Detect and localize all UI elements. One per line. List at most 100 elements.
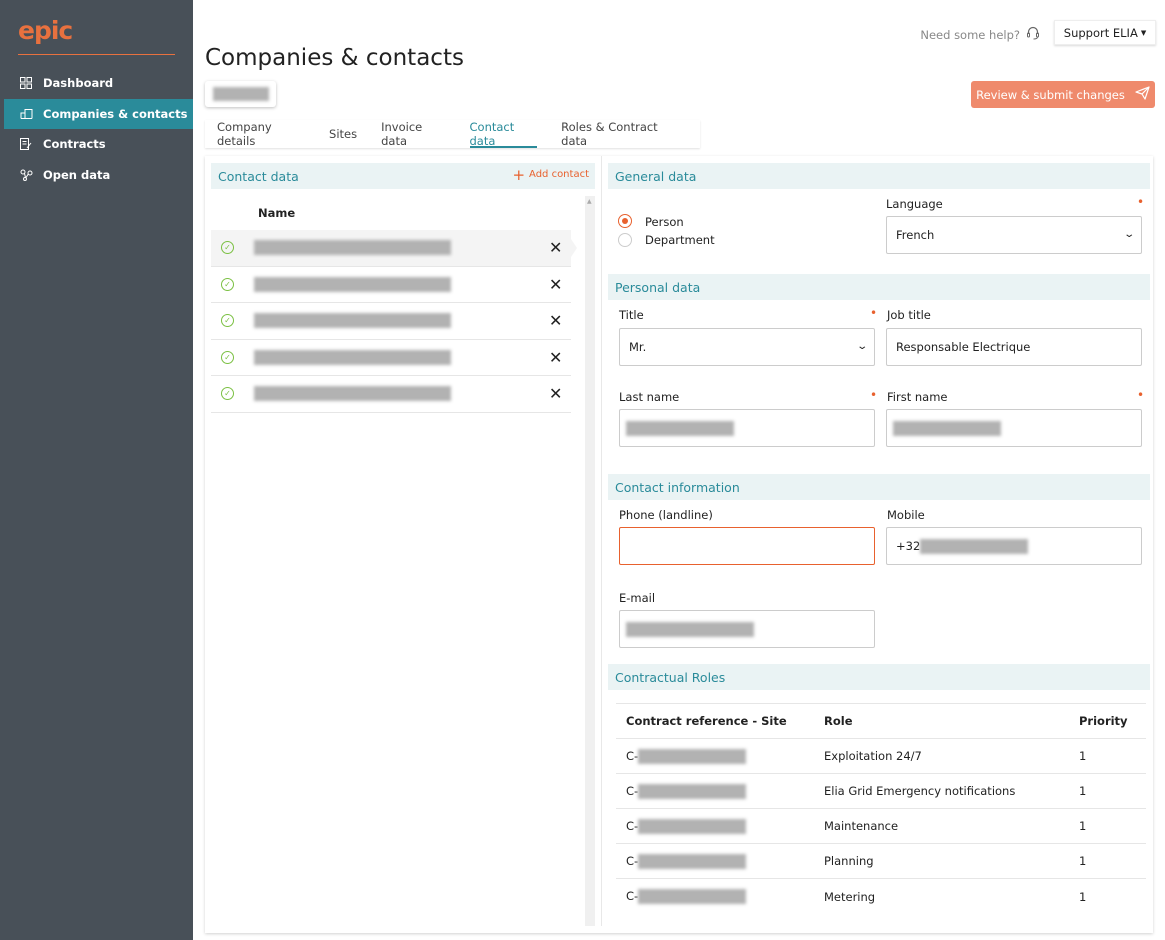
contract-ref-redacted xyxy=(638,818,747,834)
last-name-redacted xyxy=(626,420,734,436)
job-title-label: Job title xyxy=(887,308,931,322)
pane-divider xyxy=(601,156,602,926)
mobile-label: Mobile xyxy=(887,508,925,522)
contact-name-redacted xyxy=(254,349,451,365)
contact-name-redacted xyxy=(254,386,451,402)
last-name-input[interactable] xyxy=(619,409,875,447)
tab-invoice-data[interactable]: Invoice data xyxy=(381,120,445,148)
delete-contact-icon[interactable]: ✕ xyxy=(549,348,562,367)
column-header: Role xyxy=(824,714,853,728)
scroll-up-icon[interactable]: ▲ xyxy=(587,198,592,205)
sidebar-item-contracts[interactable]: Contracts xyxy=(4,129,193,160)
sidebar-item-dashboard[interactable]: Dashboard xyxy=(4,68,193,99)
section-title: Contact data xyxy=(218,168,299,184)
add-contact-label: Add contact xyxy=(529,169,589,180)
list-item[interactable]: ✓ ✕ xyxy=(211,376,571,413)
tab-company-details[interactable]: Company details xyxy=(217,120,305,148)
required-marker: • xyxy=(1137,195,1145,209)
sidebar-item-label: Dashboard xyxy=(43,76,114,91)
open-data-icon xyxy=(18,168,34,182)
priority-cell: 1 xyxy=(1079,819,1087,833)
sidebar-item-open-data[interactable]: Open data xyxy=(4,160,193,191)
delete-contact-icon[interactable]: ✕ xyxy=(549,384,562,403)
add-contact-button[interactable]: + Add contact xyxy=(512,165,589,184)
email-redacted xyxy=(626,621,754,637)
contract-ref-redacted xyxy=(638,853,747,869)
check-circle-icon: ✓ xyxy=(221,241,234,255)
table-row: C- Planning 1 xyxy=(616,844,1146,879)
phone-input[interactable] xyxy=(619,527,875,565)
check-circle-icon: ✓ xyxy=(221,350,234,364)
mobile-prefix: +32 xyxy=(896,539,921,553)
title-value: Mr. xyxy=(629,340,647,354)
list-item[interactable]: ✓ ✕ xyxy=(211,267,571,303)
first-name-input[interactable] xyxy=(886,409,1142,447)
sidebar-nav: Dashboard Companies & contacts Contracts… xyxy=(4,68,193,190)
contact-detail-pane: General data Person Department Language … xyxy=(608,156,1150,933)
delete-contact-icon[interactable]: ✕ xyxy=(549,311,562,330)
email-input[interactable] xyxy=(619,610,875,648)
table-row: C- Metering 1 xyxy=(616,879,1146,914)
mobile-input[interactable]: +32 xyxy=(886,527,1142,565)
contract-ref-redacted xyxy=(638,783,747,799)
contracts-icon xyxy=(18,137,34,151)
priority-cell: 1 xyxy=(1079,889,1087,904)
review-submit-button[interactable]: Review & submit changes xyxy=(971,81,1155,108)
support-dropdown[interactable]: Support ELIA ▼ xyxy=(1054,20,1156,45)
phone-label: Phone (landline) xyxy=(619,508,713,522)
contact-list-scrollbar[interactable]: ▲ xyxy=(585,196,595,926)
title-select[interactable]: Mr. ⌄ xyxy=(619,328,875,366)
epic-logo[interactable]: epic xyxy=(18,16,73,45)
section-title: General data xyxy=(615,168,697,184)
chevron-down-icon: ⌄ xyxy=(1122,229,1135,240)
mobile-number-redacted xyxy=(920,538,1029,554)
list-item[interactable]: ✓ ✕ xyxy=(211,230,571,267)
tab-bar: Company details Sites Invoice data Conta… xyxy=(205,120,700,148)
company-name-redacted xyxy=(212,87,269,101)
help-link[interactable]: Need some help? xyxy=(920,26,1040,43)
contact-data-header: Contact data + Add contact xyxy=(211,163,595,189)
logo-divider xyxy=(18,54,175,55)
job-title-input[interactable]: Responsable Electrique xyxy=(886,328,1142,366)
support-label: Support ELIA xyxy=(1063,25,1138,40)
send-icon xyxy=(1135,86,1150,103)
check-circle-icon: ✓ xyxy=(221,277,234,291)
contract-ref: C- xyxy=(626,818,747,834)
column-header: Priority xyxy=(1079,714,1128,728)
contact-name-redacted xyxy=(254,276,451,292)
main-area: Need some help? Support ELIA ▼ Companies… xyxy=(193,0,1165,940)
list-item[interactable]: ✓ ✕ xyxy=(211,303,571,340)
role-cell: Exploitation 24/7 xyxy=(824,749,922,763)
language-select[interactable]: French ⌄ xyxy=(886,216,1142,254)
content-panel: Contact data + Add contact Name ✓ ✕ ✓ ✕ xyxy=(205,156,1153,933)
contact-list: ✓ ✕ ✓ ✕ ✓ ✕ ✓ ✕ ✓ ✕ xyxy=(211,230,571,413)
list-item[interactable]: ✓ ✕ xyxy=(211,340,571,376)
contract-ref: C- xyxy=(626,889,747,904)
tab-sites[interactable]: Sites xyxy=(329,120,357,148)
delete-contact-icon[interactable]: ✕ xyxy=(549,275,562,294)
sidebar-item-label: Companies & contacts xyxy=(43,106,188,121)
required-marker: • xyxy=(870,306,878,320)
radio-person[interactable] xyxy=(618,214,632,228)
page-title: Companies & contacts xyxy=(205,45,464,71)
role-cell: Maintenance xyxy=(824,819,899,833)
email-label: E-mail xyxy=(619,591,656,605)
radio-department-label: Department xyxy=(645,233,715,247)
sidebar: epic Dashboard Companies & contacts Cont… xyxy=(0,0,193,940)
first-name-redacted xyxy=(893,420,1001,436)
radio-department[interactable] xyxy=(618,233,632,247)
tab-roles-contract-data[interactable]: Roles & Contract data xyxy=(561,120,676,148)
review-label: Review & submit changes xyxy=(976,87,1125,102)
sidebar-item-companies[interactable]: Companies & contacts xyxy=(4,98,193,129)
delete-contact-icon[interactable]: ✕ xyxy=(549,238,562,257)
tab-contact-data[interactable]: Contact data xyxy=(469,120,538,148)
plus-icon: + xyxy=(512,165,526,184)
company-selector[interactable] xyxy=(205,81,276,107)
job-title-value: Responsable Electrique xyxy=(896,340,1031,354)
contact-name-redacted xyxy=(254,313,451,329)
contact-name-redacted xyxy=(254,240,451,256)
role-cell: Planning xyxy=(824,854,874,868)
contractual-roles-header: Contractual Roles xyxy=(608,664,1150,690)
column-header: Contract reference - Site xyxy=(626,714,787,728)
selection-pointer xyxy=(565,230,577,266)
